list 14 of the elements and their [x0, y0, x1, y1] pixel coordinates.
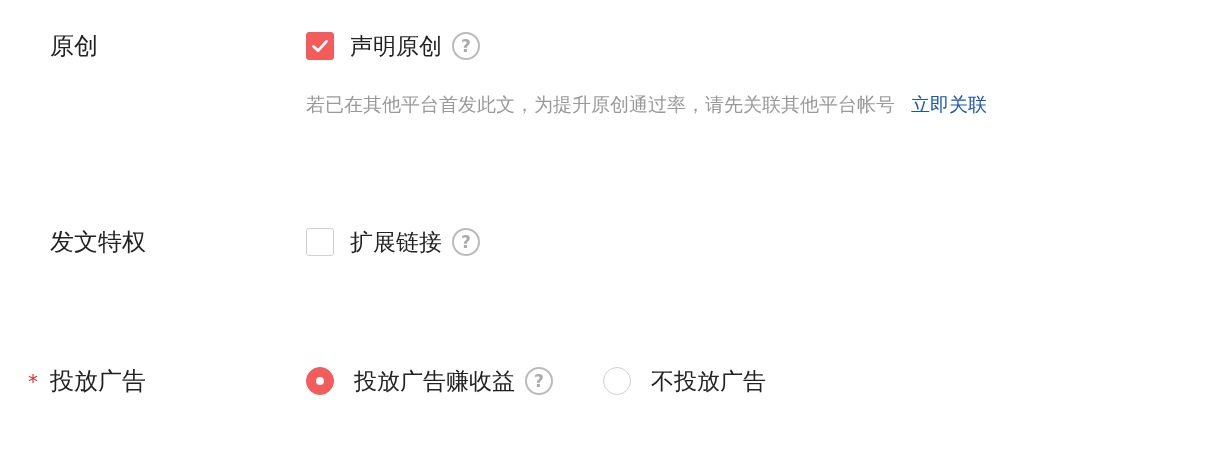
required-mark: *: [28, 368, 39, 395]
option-label[interactable]: 扩展链接: [350, 226, 442, 258]
radio-button[interactable]: [306, 367, 334, 395]
field-label: 发文特权: [50, 227, 146, 258]
hint-text: 若已在其他平台首发此文，为提升原创通过率，请先关联其他平台帐号: [306, 92, 895, 117]
radio-button[interactable]: [603, 367, 631, 395]
checkbox[interactable]: [306, 32, 334, 60]
option-label[interactable]: 声明原创: [350, 30, 442, 62]
field-label: 原创: [50, 31, 98, 62]
option-label[interactable]: 投放广告赚收益: [354, 365, 515, 397]
field-label: 投放广告: [50, 366, 146, 397]
checkbox[interactable]: [306, 228, 334, 256]
link[interactable]: 立即关联: [911, 90, 987, 118]
option-label[interactable]: 不投放广告: [651, 365, 766, 397]
